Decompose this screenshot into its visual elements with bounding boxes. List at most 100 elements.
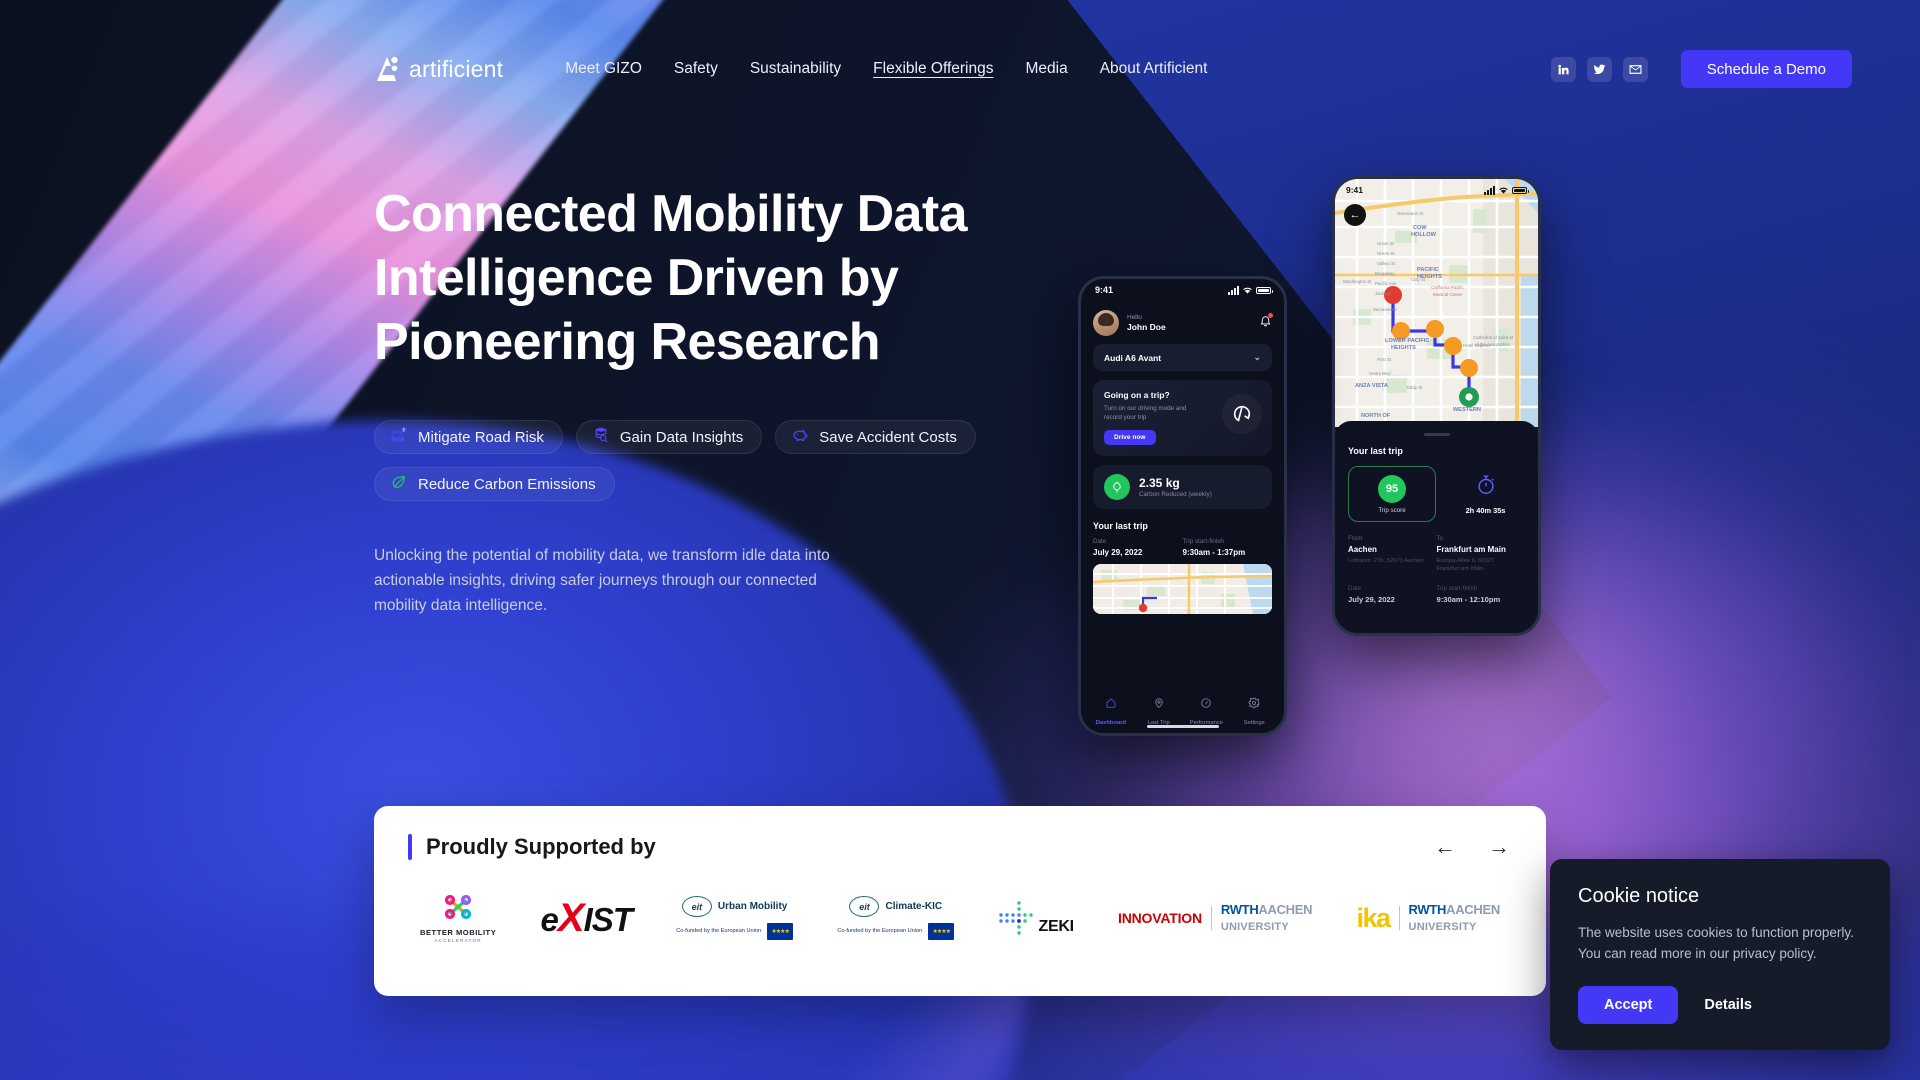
exist-logo[interactable]: eXIST bbox=[540, 886, 633, 950]
twitter-icon[interactable] bbox=[1586, 56, 1612, 82]
trip-date: Date July 29, 2022 bbox=[1348, 585, 1437, 604]
time-label: Trip start-finish bbox=[1182, 538, 1224, 545]
notification-bell-icon[interactable] bbox=[1259, 313, 1273, 332]
trip-detail-sheet: Your last trip 95 Trip score 2h 40m 35s … bbox=[1335, 421, 1538, 633]
home-icon bbox=[1106, 698, 1116, 708]
svg-text:Pacific Ave: Pacific Ave bbox=[1375, 281, 1397, 286]
stopwatch-icon bbox=[1475, 474, 1497, 501]
last-trip-time: Trip start-finish 9:30am - 1:37pm bbox=[1183, 538, 1273, 557]
nav-link-safety[interactable]: Safety bbox=[658, 54, 734, 84]
pill-reduce-carbon-emissions[interactable]: Reduce Carbon Emissions bbox=[374, 467, 615, 501]
tab-settings[interactable]: Settings bbox=[1230, 697, 1278, 729]
carbon-value: 2.35 kg bbox=[1139, 476, 1180, 490]
pill-label: Save Accident Costs bbox=[819, 428, 957, 446]
funding-text: Co-funded by the European Union bbox=[676, 928, 762, 934]
leaf-icon bbox=[390, 473, 408, 495]
time-value: 9:30am - 1:37pm bbox=[1182, 548, 1246, 557]
rwth-block: RWTHAACHEN UNIVERSITY bbox=[1408, 902, 1501, 934]
leaf-icon bbox=[1104, 474, 1130, 500]
carousel-controls: ← → bbox=[1432, 834, 1512, 860]
better-mobility-mark-icon bbox=[441, 893, 475, 923]
nav-link-meet-gizo[interactable]: Meet GIZO bbox=[549, 54, 658, 84]
last-trip-meta: Date July 29, 2022 Trip start-finish 9:3… bbox=[1093, 538, 1272, 557]
trip-card-subtitle: Turn on our driving mode and record your… bbox=[1104, 405, 1187, 421]
arrow-right-icon[interactable]: → bbox=[1486, 834, 1512, 860]
svg-text:Clay St: Clay St bbox=[1411, 277, 1426, 282]
gauge-icon bbox=[1201, 698, 1212, 708]
eu-funding: Co-funded by the European Union ★★★★ bbox=[837, 923, 955, 940]
better-mobility-logo[interactable]: BETTER MOBILITY ACCELERATOR bbox=[420, 886, 496, 950]
arrow-left-icon[interactable]: ← bbox=[1344, 204, 1366, 226]
svg-text:Cathedral of Saint M: Cathedral of Saint M bbox=[1473, 335, 1513, 340]
sheet-title: Your last trip bbox=[1348, 446, 1403, 456]
svg-text:California Pacific: California Pacific bbox=[1431, 285, 1465, 290]
rwth-line1: RWTHAACHEN bbox=[1220, 902, 1313, 917]
page-title: Connected Mobility Data Intelligence Dri… bbox=[374, 185, 968, 371]
artificient-logo-icon bbox=[374, 55, 400, 83]
phone-back-status-bar: 9:41 bbox=[1335, 179, 1538, 201]
pill-label: Gain Data Insights bbox=[619, 428, 744, 446]
nav-link-about-artificient[interactable]: About Artificient bbox=[1084, 54, 1224, 84]
from-label: From bbox=[1348, 535, 1363, 542]
logo-text: Urban Mobility bbox=[717, 901, 788, 912]
brand-logo[interactable]: artificient bbox=[374, 55, 503, 83]
pill-save-accident-costs[interactable]: Save Accident Costs bbox=[775, 420, 976, 454]
phone-front-status-bar: 9:41 bbox=[1081, 279, 1284, 301]
sheet-grabber[interactable] bbox=[1423, 433, 1450, 436]
logo-text: Climate-KIC bbox=[885, 901, 943, 912]
car-alert-icon bbox=[390, 426, 408, 448]
page-root: artificient Meet GIZO Safety Sustainabil… bbox=[0, 0, 1920, 1080]
email-icon[interactable] bbox=[1622, 56, 1648, 82]
ika-rwth-logo[interactable]: ika RWTHAACHEN UNIVERSITY bbox=[1357, 886, 1501, 950]
logo-subtext: ACCELERATOR bbox=[434, 938, 482, 943]
details-button[interactable]: Details bbox=[1698, 997, 1758, 1013]
tab-dashboard[interactable]: Dashboard bbox=[1087, 697, 1135, 729]
map-view[interactable]: COW HOLLOW PACIFIC HEIGHTS LOWER PACIFIC HE… bbox=[1335, 179, 1538, 427]
chevron-down-icon: ⌄ bbox=[1253, 352, 1261, 362]
eu-flag-icon: ★★★★ bbox=[767, 923, 794, 940]
svg-text:Green St: Green St bbox=[1377, 251, 1395, 256]
arrow-left-icon[interactable]: ← bbox=[1432, 834, 1458, 860]
svg-text:Washington St: Washington St bbox=[1343, 279, 1372, 284]
supporters-title: Proudly Supported by bbox=[426, 834, 656, 859]
eit-row: eit Urban Mobility bbox=[681, 896, 788, 917]
avatar bbox=[1093, 310, 1119, 336]
accept-button[interactable]: Accept bbox=[1578, 986, 1679, 1024]
carbon-label: Carbon Reduced (weekly) bbox=[1139, 491, 1212, 498]
schedule-demo-button[interactable]: Schedule a Demo bbox=[1680, 50, 1852, 88]
pill-gain-data-insights[interactable]: Gain Data Insights bbox=[575, 420, 763, 454]
eit-climate-kic-logo[interactable]: eit Climate-KIC Co-funded by the Europea… bbox=[837, 886, 955, 950]
divider bbox=[1398, 906, 1400, 930]
zeki-row: ZEKI bbox=[998, 900, 1074, 936]
carbon-values: 2.35 kg Carbon Reduced (weekly) bbox=[1139, 476, 1212, 498]
trip-duration-box: 2h 40m 35s bbox=[1446, 474, 1525, 515]
nav-link-sustainability[interactable]: Sustainability bbox=[734, 54, 857, 84]
rwth-line1: RWTHAACHEN bbox=[1408, 902, 1501, 917]
notification-dot bbox=[1268, 313, 1273, 318]
eit-urban-mobility-logo[interactable]: eit Urban Mobility Co-funded by the Euro… bbox=[676, 886, 794, 950]
signal-icon bbox=[1228, 285, 1239, 295]
last-trip-title: Your last trip bbox=[1093, 521, 1148, 531]
last-trip-map[interactable] bbox=[1093, 564, 1272, 614]
svg-text:WESTERN: WESTERN bbox=[1453, 407, 1481, 413]
pill-mitigate-road-risk[interactable]: Mitigate Road Risk bbox=[374, 420, 563, 454]
status-time: 9:41 bbox=[1346, 185, 1364, 195]
nav-link-media[interactable]: Media bbox=[1010, 54, 1084, 84]
vehicle-select[interactable]: Audi A6 Avant ⌄ bbox=[1093, 344, 1272, 371]
rwth-line2: UNIVERSITY bbox=[1408, 921, 1477, 933]
linkedin-icon[interactable] bbox=[1550, 56, 1576, 82]
logo-text: eXIST bbox=[540, 895, 633, 940]
innovation-rwth-logo[interactable]: INNOVATION RWTHAACHEN UNIVERSITY bbox=[1118, 886, 1312, 950]
status-icons bbox=[1484, 185, 1529, 195]
database-search-icon bbox=[592, 426, 610, 448]
time-value: 9:30am - 12:10pm bbox=[1436, 595, 1501, 604]
zeki-logo[interactable]: ZEKI bbox=[998, 886, 1074, 950]
gear-icon bbox=[1248, 697, 1260, 709]
accent-bar bbox=[408, 834, 412, 860]
nav-link-flexible-offerings[interactable]: Flexible Offerings bbox=[857, 54, 1009, 84]
phone-dashboard-body: Hello John Doe Audi A6 Avant ⌄ Going on … bbox=[1081, 301, 1284, 614]
drive-now-button[interactable]: Drive now bbox=[1104, 430, 1156, 445]
svg-text:PACIFIC: PACIFIC bbox=[1417, 267, 1439, 273]
cookie-actions: Accept Details bbox=[1578, 986, 1862, 1024]
record-trip-icon[interactable] bbox=[1222, 394, 1262, 434]
